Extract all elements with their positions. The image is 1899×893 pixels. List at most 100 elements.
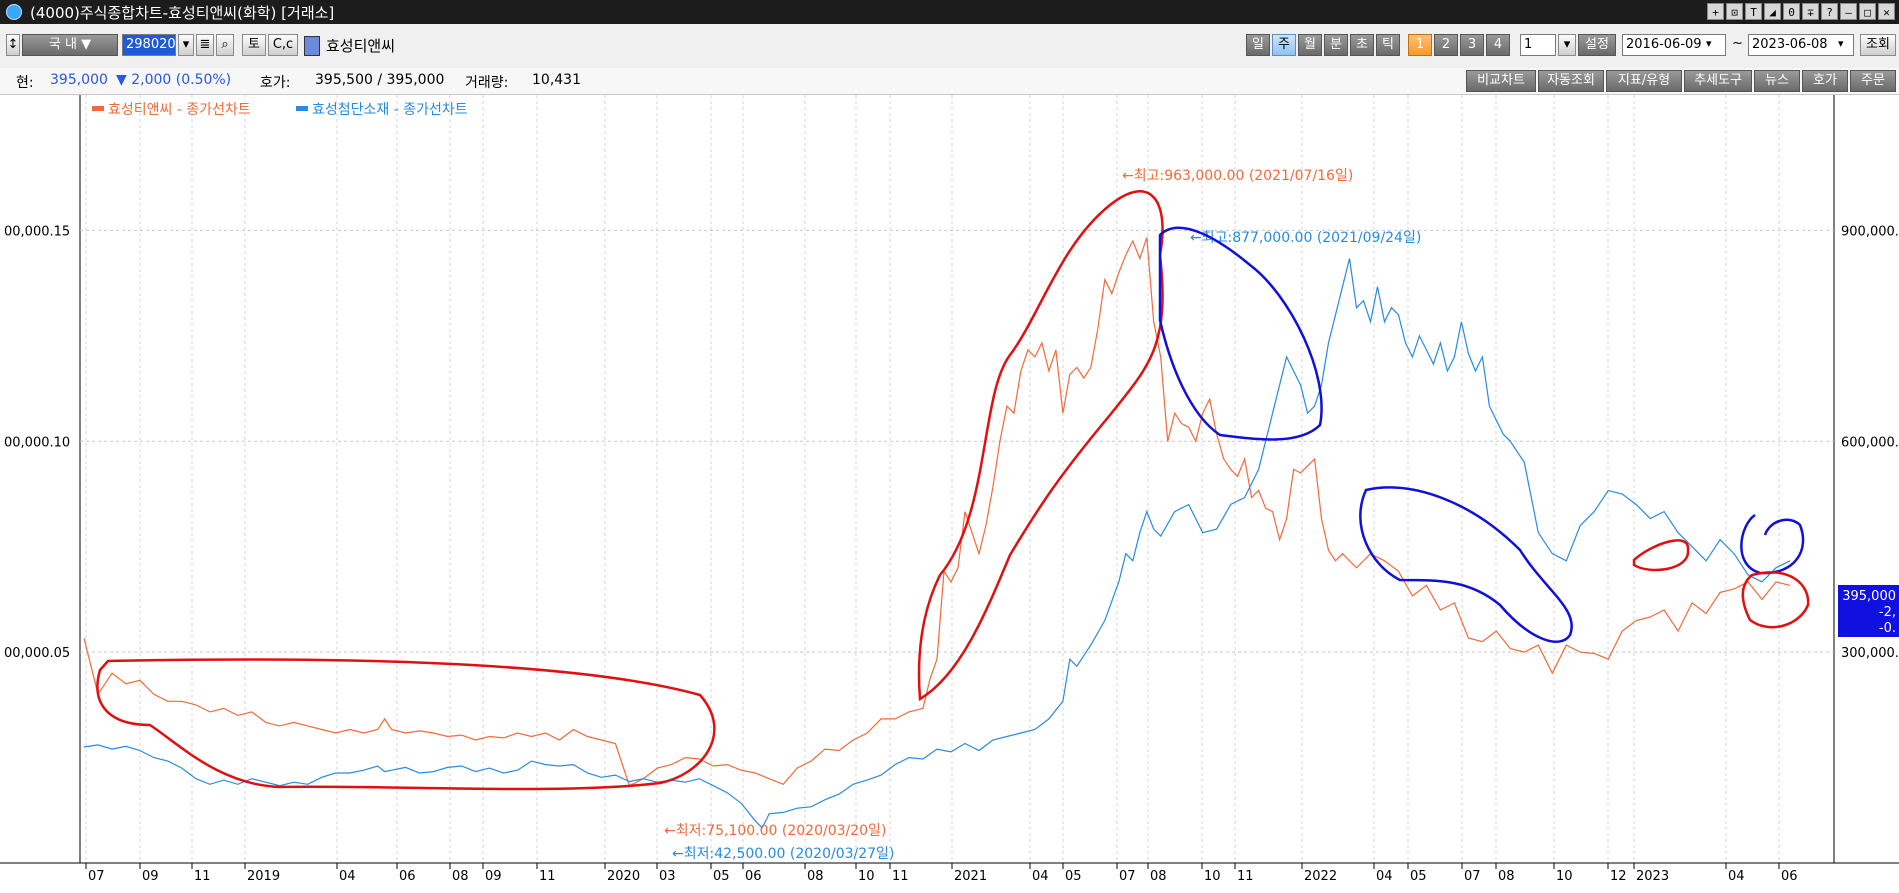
x-tick-label: 05 xyxy=(1065,869,1082,884)
hand-drawn-annotations xyxy=(96,190,1810,791)
price-info-bar: 현: 395,000 ▼ 2,000 (0.50%) 호가: 395,500 /… xyxy=(0,68,1899,95)
current-price-box-text: -0. xyxy=(1879,621,1896,636)
maximize-icon[interactable]: □ xyxy=(1859,3,1876,20)
plus-minus-icon[interactable]: ∓ xyxy=(1802,3,1819,20)
right-axis-label: 300,000. xyxy=(1841,646,1899,661)
auto-query-button[interactable]: 자동조회 xyxy=(1538,70,1604,92)
period-week-button[interactable]: 주 xyxy=(1272,34,1296,56)
right-axis-label: 600,000. xyxy=(1841,435,1899,450)
minimize-icon[interactable]: – xyxy=(1840,3,1857,20)
search-icon[interactable]: ⌕ xyxy=(216,34,234,56)
x-tick-label: 07 xyxy=(1464,869,1481,884)
x-tick-label: 03 xyxy=(659,869,676,884)
x-tick-label: 08 xyxy=(1498,869,1515,884)
screen-icon[interactable]: ⊡ xyxy=(1726,3,1743,20)
market-label: 국 내 xyxy=(48,37,77,52)
quote-value: 395,500 / 395,000 xyxy=(315,72,445,88)
toolbar: ↕ 국 내 ▼ 298020 ▾ ≣ ⌕ 토 C,c 효성티앤씨 일 주 월 분… xyxy=(0,24,1899,69)
period-tick-button[interactable]: 틱 xyxy=(1376,34,1400,56)
current-price-box-text: 395,000 xyxy=(1842,589,1896,604)
period-second-button[interactable]: 초 xyxy=(1350,34,1374,56)
interval-1-button[interactable]: 1 xyxy=(1408,34,1432,56)
order-button[interactable]: 주문 xyxy=(1850,70,1896,92)
toolbar-row: ↕ 국 내 ▼ 298020 ▾ ≣ ⌕ 토 C,c 효성티앤씨 일 주 월 분… xyxy=(0,34,1899,56)
hand-drawn-red-small-loop xyxy=(1632,539,1690,572)
to-button[interactable]: 토 xyxy=(242,34,266,56)
interval-dropdown-icon[interactable]: ▾ xyxy=(1558,34,1576,56)
zero-icon[interactable]: 0 xyxy=(1783,3,1800,20)
stock-name: 효성티앤씨 xyxy=(326,37,396,55)
news-button[interactable]: 뉴스 xyxy=(1754,70,1800,92)
period-day-button[interactable]: 일 xyxy=(1246,34,1270,56)
close-icon[interactable]: ✕ xyxy=(1878,3,1895,20)
market-dropdown[interactable]: 국 내 ▼ xyxy=(22,34,118,56)
x-tick-label: 07 xyxy=(88,869,105,884)
x-tick-label: 10 xyxy=(858,869,875,884)
code-dropdown-icon[interactable]: ▾ xyxy=(178,34,194,56)
x-tick-label: 05 xyxy=(713,869,730,884)
stock-code-input[interactable]: 298020 xyxy=(122,34,176,56)
settings-button[interactable]: 설정 xyxy=(1578,34,1616,56)
chart-area[interactable]: 00,000.15 900,000. 00,000.10 600,000. 00,000… xyxy=(0,95,1899,889)
legend-swatch xyxy=(92,106,104,111)
period-month-button[interactable]: 월 xyxy=(1298,34,1322,56)
x-tick-label: 06 xyxy=(745,869,762,884)
x-tick-label: 04 xyxy=(339,869,356,884)
start-date-dropdown-icon[interactable]: ▾ xyxy=(1706,37,1712,50)
cc-button[interactable]: C,c xyxy=(268,34,298,56)
x-tick-label: 07 xyxy=(1119,869,1136,884)
x-tick-label: 10 xyxy=(1204,869,1221,884)
x-tick-label: 04 xyxy=(1376,869,1393,884)
interval-2-button[interactable]: 2 xyxy=(1434,34,1458,56)
hand-drawn-blue-loop-1 xyxy=(1158,226,1323,441)
hand-drawn-red-loop xyxy=(96,658,716,791)
left-axis-label: 00,000.10 xyxy=(4,435,70,450)
date-separator: ~ xyxy=(1732,36,1743,51)
x-tick-label: 10 xyxy=(1556,869,1573,884)
quote-button[interactable]: 호가 xyxy=(1802,70,1848,92)
legend-label: 효성티앤씨 - 종가선차트 xyxy=(108,102,251,118)
x-tick-label: 08 xyxy=(1150,869,1167,884)
hand-drawn-red-right-loop xyxy=(1741,571,1810,629)
x-tick-label: 09 xyxy=(142,869,159,884)
x-tick-label: 11 xyxy=(194,869,211,884)
max-price-label: ←최고:877,000.00 (2021/09/24일) xyxy=(1190,230,1421,246)
chart-series xyxy=(83,237,1791,829)
right-axis-label: 900,000. xyxy=(1841,224,1899,239)
quote-label: 호가: xyxy=(260,75,291,91)
price-change: ▼ 2,000 (0.50%) xyxy=(116,72,232,88)
interval-input[interactable]: 1 xyxy=(1520,34,1556,56)
current-price-box-text: -2, xyxy=(1879,605,1896,620)
trend-tools-button[interactable]: 추세도구 xyxy=(1684,70,1752,92)
x-tick-label: 05 xyxy=(1410,869,1427,884)
list-icon[interactable]: ≣ xyxy=(196,34,214,56)
indicator-type-button[interactable]: 지표/유형 xyxy=(1606,70,1682,92)
x-tick-label: 2022 xyxy=(1304,869,1337,884)
memo-icon[interactable] xyxy=(304,36,320,56)
period-minute-button[interactable]: 분 xyxy=(1324,34,1348,56)
x-tick-label: 08 xyxy=(452,869,469,884)
price-chart[interactable]: 00,000.15 900,000. 00,000.10 600,000. 00,000… xyxy=(0,95,1899,889)
pin-icon[interactable]: + xyxy=(1707,3,1724,20)
x-tick-label: 11 xyxy=(1237,869,1254,884)
x-tick-label: 11 xyxy=(539,869,556,884)
sort-arrow-icon[interactable]: ↕ xyxy=(6,34,20,56)
interval-4-button[interactable]: 4 xyxy=(1486,34,1510,56)
x-tick-label: 06 xyxy=(1781,869,1798,884)
end-date-dropdown-icon[interactable]: ▾ xyxy=(1838,37,1844,50)
max-price-label: ←최고:963,000.00 (2021/07/16일) xyxy=(1122,168,1353,184)
interval-3-button[interactable]: 3 xyxy=(1460,34,1484,56)
help-icon[interactable]: ? xyxy=(1821,3,1838,20)
left-axis-label: 00,000.15 xyxy=(4,224,70,239)
resize-icon[interactable]: ◢ xyxy=(1764,3,1781,20)
x-tick-label: 04 xyxy=(1032,869,1049,884)
compare-chart-button[interactable]: 비교차트 xyxy=(1466,70,1536,92)
x-tick-label: 2023 xyxy=(1636,869,1669,884)
x-tick-label: 2019 xyxy=(247,869,280,884)
query-button[interactable]: 조회 xyxy=(1860,34,1896,56)
x-tick-label: 2020 xyxy=(607,869,640,884)
volume-value: 10,431 xyxy=(532,72,581,88)
hand-drawn-blue-small-loop xyxy=(1740,513,1805,575)
text-icon[interactable]: T xyxy=(1745,3,1762,20)
app-globe-icon xyxy=(6,4,22,20)
